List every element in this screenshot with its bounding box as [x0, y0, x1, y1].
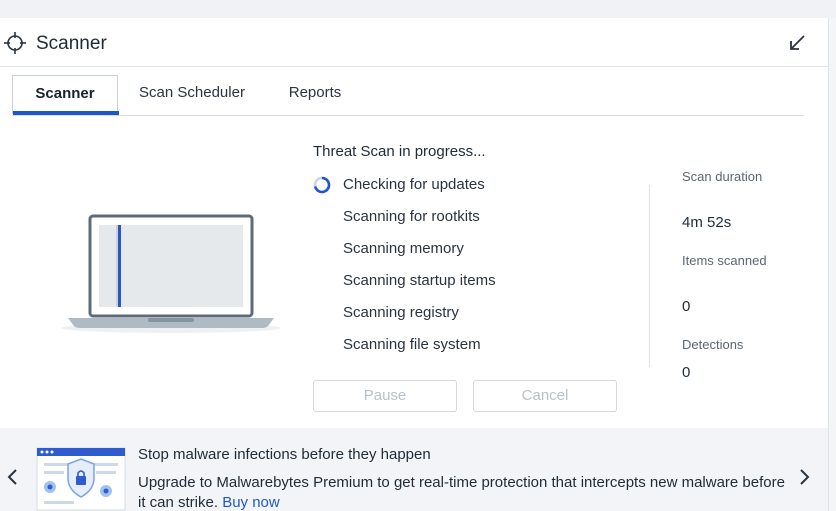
scanner-window: Scanner Scanner Scan Scheduler Reports T… — [0, 0, 836, 511]
tab-bar: Scanner Scan Scheduler Reports — [12, 75, 804, 116]
tab-label: Reports — [288, 84, 342, 101]
stats-divider — [649, 185, 650, 367]
security-shield-illustration — [36, 447, 126, 511]
tab-label: Scan Scheduler — [139, 84, 245, 101]
scan-step-registry: Scanning registry — [343, 304, 459, 321]
promo-body: Upgrade to Malwarebytes Premium to get r… — [138, 473, 788, 511]
detections-label: Detections — [682, 337, 744, 352]
active-tab-indicator — [13, 111, 119, 115]
crosshair-icon — [4, 32, 26, 54]
detections-value: 0 — [682, 364, 691, 381]
chevron-right-icon[interactable] — [797, 468, 811, 486]
scan-step-rootkits: Scanning for rootkits — [343, 208, 480, 225]
scanner-panel: Scanner Scanner Scan Scheduler Reports T… — [0, 18, 829, 511]
window-edge — [829, 18, 836, 511]
scan-step-startup: Scanning startup items — [343, 272, 496, 289]
items-scanned-label: Items scanned — [682, 253, 767, 268]
tab-label: Scanner — [35, 85, 95, 102]
buy-now-link[interactable]: Buy now — [222, 494, 280, 511]
loading-spinner-icon — [313, 176, 331, 194]
scan-step-updates: Checking for updates — [343, 176, 485, 193]
scan-step-memory: Scanning memory — [343, 240, 464, 257]
promo-banner: Stop malware infections before they happ… — [0, 428, 828, 511]
top-strip — [0, 0, 836, 18]
tab-scan-scheduler[interactable]: Scan Scheduler — [130, 75, 254, 113]
promo-title: Stop malware infections before they happ… — [138, 446, 431, 463]
cancel-button[interactable]: Cancel — [473, 380, 617, 412]
page-title: Scanner — [36, 33, 107, 54]
scan-duration-value: 4m 52s — [682, 214, 732, 231]
items-scanned-value: 0 — [682, 298, 691, 315]
scan-duration-label: Scan duration — [682, 169, 763, 184]
scan-step-filesystem: Scanning file system — [343, 336, 481, 353]
panel-header: Scanner — [0, 18, 828, 67]
chevron-left-icon[interactable] — [6, 468, 20, 486]
tab-reports[interactable]: Reports — [280, 75, 350, 113]
pause-button[interactable]: Pause — [313, 380, 457, 412]
tab-scanner[interactable]: Scanner — [12, 75, 119, 115]
laptop-illustration — [61, 214, 281, 333]
scan-status-title: Threat Scan in progress... — [313, 143, 486, 160]
collapse-arrow-icon[interactable] — [788, 34, 806, 52]
